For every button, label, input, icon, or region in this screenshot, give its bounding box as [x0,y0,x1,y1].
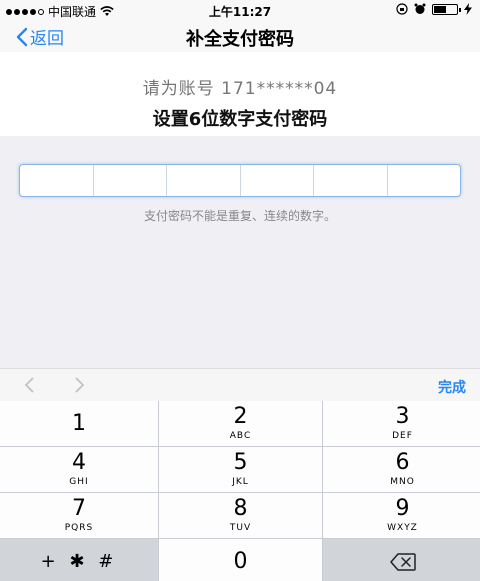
pin-cell-4[interactable] [241,165,314,196]
key-digit: 3 [395,404,410,429]
key-letters: PQRS [64,523,94,533]
key-0[interactable]: 0 [159,539,322,581]
orientation-lock-icon [396,3,408,15]
key-digit: 0 [233,548,248,574]
pin-input[interactable] [19,164,461,197]
instruction-text: 设置6位数字支付密码 [152,109,328,130]
numeric-keypad: 1 2 ABC 3 DEF 4 GHI 5 JKL 6 MNO 7 PQRS 8… [0,401,480,581]
key-digit: 8 [233,496,248,521]
pin-cell-1[interactable] [20,165,94,196]
pin-cell-6[interactable] [388,165,461,196]
navigation-bar: 返回 补全支付密码 [0,20,480,52]
pin-hint: 支付密码不能是重复、连续的数字。 [143,209,336,223]
pin-cell-3[interactable] [167,165,241,196]
key-8[interactable]: 8 TUV [159,493,322,538]
key-2[interactable]: 2 ABC [159,401,322,446]
key-digit: 4 [72,450,86,475]
key-letters: MNO [390,477,415,487]
done-button[interactable]: 完成 [438,377,466,397]
key-6[interactable]: 6 MNO [323,447,480,492]
alarm-icon [414,3,426,14]
key-digit: 6 [395,450,410,475]
key-letters: DEF [392,431,413,441]
key-4[interactable]: 4 GHI [0,447,158,492]
key-digit: 1 [72,410,86,436]
delete-key[interactable] [323,539,480,581]
key-digit: 9 [395,496,410,521]
next-arrow-icon[interactable] [73,377,85,393]
key-9[interactable]: 9 WXYZ [323,493,480,538]
key-letters: WXYZ [387,523,418,533]
account-line: 请为账号 171******04 [142,79,338,99]
keyboard-toolbar: 完成 [0,368,480,401]
page-title: 补全支付密码 [186,29,294,50]
pin-cell-5[interactable] [314,165,388,196]
key-3[interactable]: 3 DEF [323,401,480,446]
status-right [396,3,472,15]
battery-icon [432,3,461,15]
header-area: 请为账号 171******04 设置6位数字支付密码 [0,52,480,136]
symbols-label: + ✱ # [40,551,118,572]
pin-cell-2[interactable] [94,165,167,196]
form-area: 支付密码不能是重复、连续的数字。 [0,136,480,368]
key-digit: 7 [72,496,86,521]
battery-fill [434,5,446,13]
key-letters: ABC [229,431,252,441]
key-digit: 5 [233,450,248,475]
key-5[interactable]: 5 JKL [159,447,322,492]
key-letters: TUV [229,523,252,533]
key-1[interactable]: 1 [0,401,158,446]
key-digit: 2 [233,404,248,429]
key-letters: GHI [69,477,89,487]
backspace-icon [389,552,416,571]
key-letters: JKL [232,477,249,487]
status-bar: 中国联通 上午11:27 [0,0,480,20]
key-7[interactable]: 7 PQRS [0,493,158,538]
charging-icon [464,3,472,15]
symbols-key[interactable]: + ✱ # [0,539,158,581]
previous-arrow-icon[interactable] [24,377,36,393]
